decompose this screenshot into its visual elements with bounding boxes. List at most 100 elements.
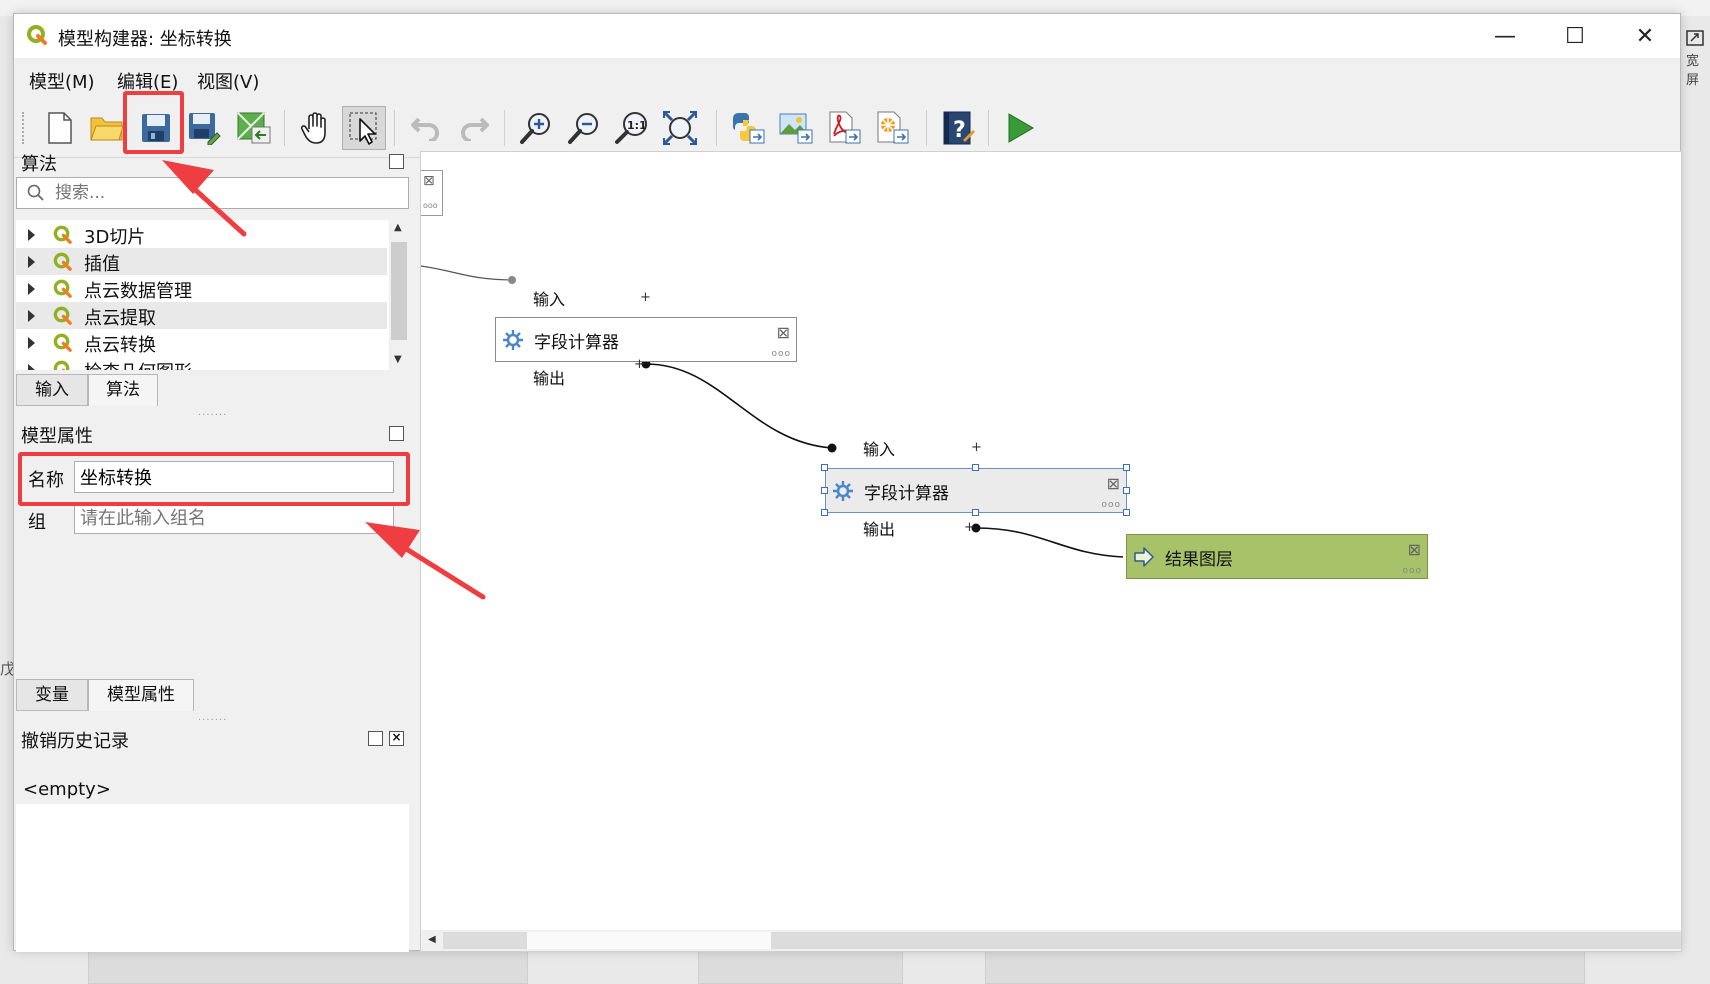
python-script-icon bbox=[732, 113, 765, 144]
qgis-logo-icon bbox=[53, 333, 72, 352]
expand-arrow-icon[interactable] bbox=[28, 283, 35, 295]
tree-item[interactable]: 点云数据管理 bbox=[16, 275, 387, 302]
expand-outputs-icon[interactable]: + bbox=[964, 520, 975, 535]
save-in-project-button[interactable] bbox=[232, 106, 276, 150]
save-as-model-button[interactable] bbox=[182, 106, 226, 150]
expand-arrow-icon[interactable] bbox=[28, 337, 35, 349]
edit-help-button[interactable]: ? bbox=[936, 106, 980, 150]
expand-arrow-icon[interactable] bbox=[28, 310, 35, 322]
close-button[interactable]: ✕ bbox=[1610, 14, 1680, 58]
node-input-label: 输入 bbox=[863, 440, 896, 459]
zoom-out-button[interactable] bbox=[562, 106, 606, 150]
tab-model-properties[interactable]: 模型属性 bbox=[88, 679, 194, 711]
node-options-icon[interactable]: ooo bbox=[1101, 500, 1121, 510]
expand-arrow-icon[interactable] bbox=[28, 364, 35, 370]
remove-node-icon[interactable]: ⊠ bbox=[1408, 540, 1421, 559]
tab-inputs[interactable]: 输入 bbox=[16, 374, 88, 406]
field-calculator-node-selected[interactable]: 字段计算器 ⊠ ooo bbox=[825, 468, 1127, 513]
splitter-handle[interactable]: ....... bbox=[198, 407, 227, 418]
save-button-highlight bbox=[123, 91, 184, 154]
algorithm-search-box[interactable] bbox=[16, 177, 409, 209]
export-svg-button[interactable] bbox=[870, 106, 914, 150]
tree-item[interactable]: 3D切片 bbox=[16, 221, 387, 248]
selection-handle[interactable] bbox=[1123, 464, 1130, 471]
tree-item-label: 点云数据管理 bbox=[84, 281, 192, 302]
redo-icon bbox=[461, 117, 489, 141]
background-panel bbox=[88, 950, 528, 984]
maximize-button[interactable]: ☐ bbox=[1540, 14, 1610, 58]
partial-input-node[interactable]: ⊠ ooo bbox=[421, 170, 443, 216]
selection-handle[interactable] bbox=[821, 487, 828, 494]
expand-outputs-icon[interactable]: + bbox=[634, 357, 645, 372]
algorithm-tree: 3D切片 插值 点云数据管理 点云提取 点云转换 检查几何图形 ▲ bbox=[16, 220, 409, 370]
expand-arrow-icon[interactable] bbox=[28, 229, 35, 241]
node-input-label: 输入 bbox=[533, 290, 566, 309]
node-output-label: 输出 bbox=[533, 369, 566, 388]
widescreen-text: 宽屏 bbox=[1686, 54, 1700, 88]
scrollbar-thumb[interactable] bbox=[527, 932, 771, 949]
menu-view[interactable]: 视图(V) bbox=[197, 68, 259, 94]
selection-handle[interactable] bbox=[821, 509, 828, 516]
selection-handle[interactable] bbox=[821, 464, 828, 471]
select-tool-button[interactable] bbox=[342, 106, 386, 150]
run-model-button[interactable] bbox=[998, 106, 1042, 150]
scroll-left-arrow-icon[interactable]: ◀ bbox=[428, 934, 436, 945]
export-image-button[interactable] bbox=[774, 106, 818, 150]
canvas-horizontal-scrollbar[interactable]: ◀ ▶ bbox=[421, 930, 1681, 951]
remove-node-icon[interactable]: ⊠ bbox=[1107, 474, 1120, 493]
selection-handle[interactable] bbox=[1123, 487, 1130, 494]
selection-handle[interactable] bbox=[972, 464, 979, 471]
model-canvas[interactable]: ⊠ ooo 输入 + 字段计算器 ⊠ ooo 输出 + 输入 + 字段计算器 ⊠… bbox=[420, 151, 1682, 952]
result-layer-output-node[interactable]: 结果图层 ⊠ ooo bbox=[1126, 534, 1428, 579]
expand-arrow-icon[interactable] bbox=[28, 256, 35, 268]
minimize-button[interactable]: — bbox=[1470, 14, 1540, 58]
algorithm-search-input[interactable] bbox=[55, 181, 395, 205]
run-play-icon bbox=[1008, 113, 1034, 143]
export-pdf-button[interactable] bbox=[822, 106, 866, 150]
model-group-field[interactable] bbox=[74, 502, 394, 534]
undo-history-list: <empty> bbox=[16, 776, 409, 952]
node-options-icon[interactable]: ooo bbox=[771, 349, 791, 359]
scroll-up-arrow-icon[interactable]: ▲ bbox=[394, 222, 402, 233]
tree-item[interactable]: 检查几何图形 bbox=[16, 356, 387, 370]
zoom-actual-size-button[interactable]: 1:1 bbox=[610, 106, 654, 150]
export-python-button[interactable] bbox=[726, 106, 770, 150]
node-options-icon[interactable]: ooo bbox=[1402, 566, 1422, 576]
tree-item[interactable]: 插值 bbox=[16, 248, 387, 275]
menu-model[interactable]: 模型(M) bbox=[29, 68, 95, 94]
select-cursor-icon bbox=[349, 112, 377, 145]
float-panel-icon[interactable] bbox=[389, 154, 404, 169]
close-panel-icon[interactable]: × bbox=[389, 731, 404, 746]
zoom-in-button[interactable] bbox=[514, 106, 558, 150]
redo-button[interactable] bbox=[452, 106, 496, 150]
node-label: 字段计算器 bbox=[864, 484, 949, 504]
expand-inputs-icon[interactable]: + bbox=[640, 290, 651, 305]
qgis-logo-icon bbox=[53, 360, 70, 370]
scrollbar-thumb[interactable] bbox=[391, 242, 407, 340]
field-calculator-node[interactable]: 字段计算器 ⊠ ooo bbox=[495, 317, 797, 362]
zoom-full-button[interactable] bbox=[658, 106, 702, 150]
scroll-down-arrow-icon[interactable]: ▼ bbox=[394, 354, 402, 365]
toolbar-separator bbox=[716, 110, 717, 146]
expand-inputs-icon[interactable]: + bbox=[971, 440, 982, 455]
selection-handle[interactable] bbox=[972, 509, 979, 516]
undo-entry[interactable]: <empty> bbox=[16, 776, 409, 804]
algorithm-tree-scrollbar[interactable]: ▲ ▼ bbox=[389, 220, 409, 370]
float-panel-icon[interactable] bbox=[389, 426, 404, 441]
node-options-icon[interactable]: ooo bbox=[423, 201, 438, 210]
node-label: 结果图层 bbox=[1165, 550, 1233, 570]
tab-algorithms[interactable]: 算法 bbox=[88, 374, 158, 406]
toolbar-grip[interactable] bbox=[22, 112, 26, 144]
selection-handle[interactable] bbox=[1123, 509, 1130, 516]
tab-variables[interactable]: 变量 bbox=[16, 679, 88, 711]
splitter-handle[interactable]: ....... bbox=[198, 712, 227, 723]
pan-tool-button[interactable] bbox=[294, 106, 338, 150]
float-panel-icon[interactable] bbox=[368, 731, 383, 746]
tree-item[interactable]: 点云转换 bbox=[16, 329, 387, 356]
undo-button[interactable] bbox=[404, 106, 448, 150]
remove-node-icon[interactable]: ⊠ bbox=[777, 323, 790, 342]
new-model-button[interactable] bbox=[38, 106, 82, 150]
input-port-dot[interactable] bbox=[827, 443, 837, 453]
remove-node-icon[interactable]: ⊠ bbox=[423, 173, 435, 189]
tree-item[interactable]: 点云提取 bbox=[16, 302, 387, 329]
